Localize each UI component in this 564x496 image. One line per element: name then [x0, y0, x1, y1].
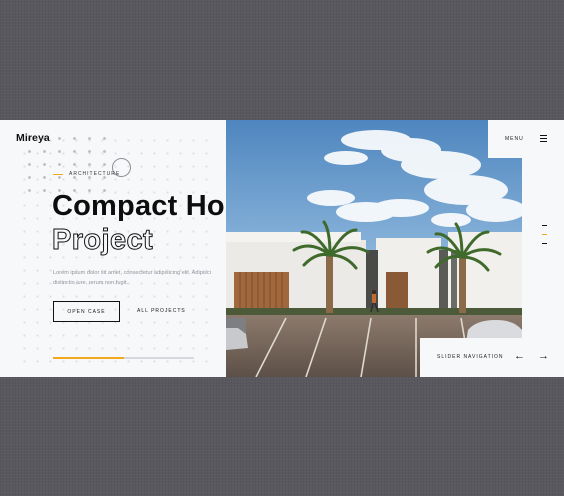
category-label: ARCHITECTURE — [53, 171, 120, 177]
menu-label[interactable]: MENU — [505, 136, 524, 142]
slide-indicator-2-active[interactable] — [542, 234, 547, 236]
accent-line — [53, 173, 63, 175]
slide-indicator-1[interactable] — [542, 225, 547, 227]
page: { "header": { "logo": "Mireya", "menu_la… — [0, 0, 564, 496]
menu-bar — [488, 120, 564, 158]
all-projects-link[interactable]: ALL PROJECTS — [137, 308, 186, 314]
slide-progress-fill — [53, 357, 124, 359]
slide-indicator-3[interactable] — [542, 243, 547, 245]
hero-section: Mireya ARCHITECTURE Compact House Projec… — [0, 120, 564, 377]
arrow-left-icon[interactable]: ← — [514, 349, 525, 363]
slider-navigation-label: SLIDER NAVIGATION — [437, 354, 504, 360]
hero-title-line2: Project — [51, 224, 154, 257]
open-case-button[interactable]: OPEN CASE — [53, 301, 120, 322]
hero-description: Lorem ipsum dolor sit amet, consectetur … — [53, 270, 211, 286]
category-text: ARCHITECTURE — [69, 171, 121, 177]
hamburger-icon[interactable] — [540, 135, 547, 144]
arrow-right-icon[interactable]: → — [538, 349, 549, 363]
slide-progress-bar — [53, 357, 194, 359]
brand-logo[interactable]: Mireya — [16, 132, 50, 144]
